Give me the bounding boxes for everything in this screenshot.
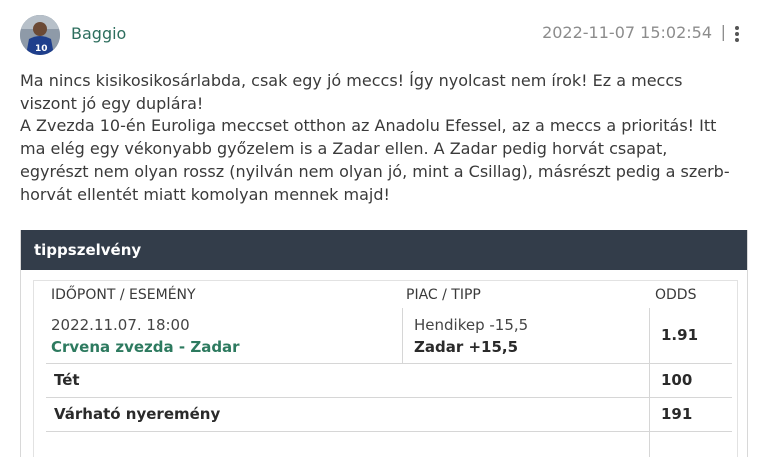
divider bbox=[402, 308, 403, 363]
post-header: 10 Baggio 2022-11-07 15:02:54 | bbox=[20, 14, 740, 55]
tip-value: Zadar +15,5 bbox=[414, 338, 519, 356]
post-timestamp: 2022-11-07 15:02:54 bbox=[542, 23, 712, 42]
row-divider bbox=[46, 431, 732, 432]
odds-value: 1.91 bbox=[661, 326, 699, 344]
payout-value: 191 bbox=[661, 405, 693, 423]
col-header-event: IDŐPONT / ESEMÉNY bbox=[51, 287, 196, 303]
more-vertical-icon[interactable] bbox=[734, 26, 740, 42]
row-divider bbox=[46, 397, 732, 398]
header-separator: | bbox=[720, 22, 726, 41]
divider bbox=[649, 308, 650, 457]
avatar[interactable]: 10 bbox=[20, 15, 60, 55]
payout-label: Várható nyeremény bbox=[54, 405, 221, 423]
market-name: Hendikep -15,5 bbox=[414, 316, 529, 334]
row-divider bbox=[46, 363, 732, 364]
event-datetime: 2022.11.07. 18:00 bbox=[51, 316, 190, 334]
bet-ticket: tippszelvény IDŐPONT / ESEMÉNY PIAC / TI… bbox=[20, 230, 748, 457]
event-match-link[interactable]: Crvena zvezda - Zadar bbox=[51, 338, 240, 356]
post-paragraph: A Zvezda 10-én Euroliga meccset otthon a… bbox=[20, 116, 730, 204]
stake-label: Tét bbox=[54, 371, 80, 389]
stake-value: 100 bbox=[661, 371, 693, 389]
ticket-title: tippszelvény bbox=[21, 230, 747, 270]
svg-text:10: 10 bbox=[35, 44, 48, 54]
post-paragraph: Ma nincs kisikosikosárlabda, csak egy jó… bbox=[20, 71, 683, 113]
post-body: Ma nincs kisikosikosárlabda, csak egy jó… bbox=[20, 70, 740, 206]
username[interactable]: Baggio bbox=[71, 24, 126, 43]
ticket-table: IDŐPONT / ESEMÉNY PIAC / TIPP ODDS 2022.… bbox=[33, 280, 738, 457]
col-header-market: PIAC / TIPP bbox=[406, 287, 481, 303]
col-header-odds: ODDS bbox=[655, 287, 697, 303]
